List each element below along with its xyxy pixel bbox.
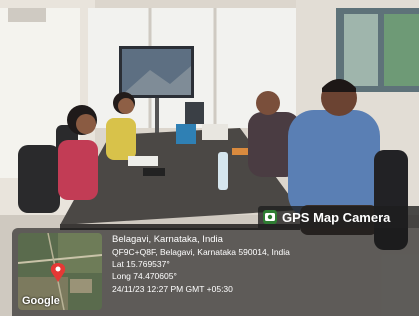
app-name: GPS Map Camera xyxy=(282,209,391,225)
location-title: Belagavi, Karnataka, India xyxy=(112,234,223,245)
person-pink xyxy=(58,140,98,200)
google-logo: Google xyxy=(22,295,60,307)
person-blue-shirt xyxy=(288,110,380,220)
location-info: Belagavi, Karnataka, India QF9C+Q8F, Bel… xyxy=(112,233,412,295)
person-yellow xyxy=(106,118,136,160)
latitude: Lat 15.769537° xyxy=(112,259,170,270)
cup xyxy=(176,124,196,144)
laptop xyxy=(185,102,204,124)
gps-map-camera-badge: GPS Map Camera xyxy=(258,206,419,228)
longitude: Long 74.470605° xyxy=(112,271,177,282)
chair xyxy=(18,145,60,213)
address-line: QF9C+Q8F, Belagavi, Karnataka 590014, In… xyxy=(112,247,290,257)
water-bottle xyxy=(218,152,228,190)
timestamp: 24/11/23 12:27 PM GMT +05:30 xyxy=(112,283,233,294)
gps-map-camera-icon xyxy=(263,210,277,224)
map-thumbnail: Google xyxy=(18,233,102,310)
